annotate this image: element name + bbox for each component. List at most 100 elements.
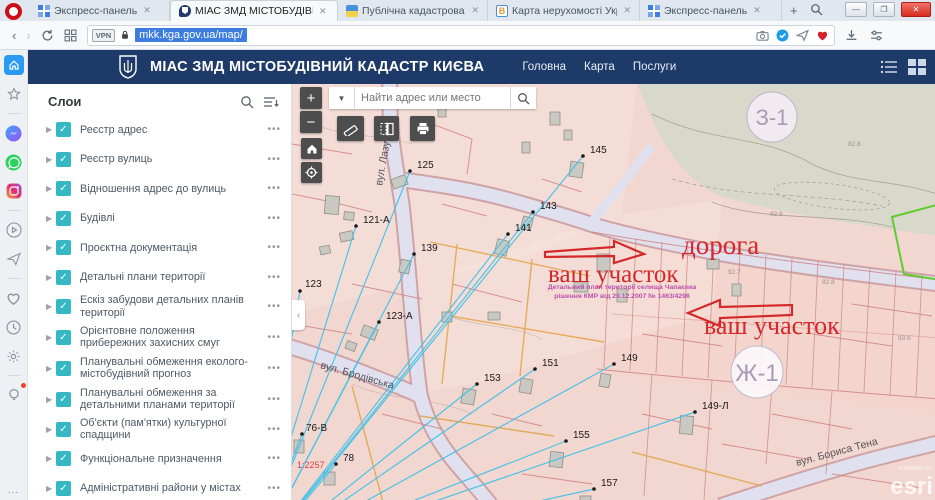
layer-checkbox[interactable]: ✓ bbox=[56, 122, 71, 137]
zoom-in-button[interactable]: + bbox=[300, 87, 322, 109]
history-icon[interactable] bbox=[4, 317, 24, 337]
tab-search-icon[interactable] bbox=[810, 3, 823, 16]
tab-close-icon[interactable]: ✕ bbox=[621, 5, 633, 16]
layer-row[interactable]: ▶✓Відношення адрес до вулиць••• bbox=[28, 174, 291, 204]
expand-caret-icon[interactable]: ▶ bbox=[46, 484, 56, 493]
minimize-button[interactable]: — bbox=[845, 2, 867, 17]
print-button[interactable] bbox=[410, 116, 435, 141]
layer-row[interactable]: ▶✓Об'єкти (пам'ятки) культурної спадщини… bbox=[28, 415, 291, 445]
instagram-icon[interactable] bbox=[4, 181, 24, 201]
nav-services-link[interactable]: Послуги bbox=[633, 61, 677, 73]
expand-caret-icon[interactable]: ▶ bbox=[46, 214, 56, 223]
layer-row[interactable]: ▶✓Будівлі••• bbox=[28, 204, 291, 234]
send-telegram-icon[interactable] bbox=[4, 249, 24, 269]
layer-row[interactable]: ▶✓Реєстр адрес••• bbox=[28, 115, 291, 145]
layer-row[interactable]: ▶✓Функціональне призначення••• bbox=[28, 444, 291, 474]
expand-caret-icon[interactable]: ▶ bbox=[46, 243, 56, 252]
tab-speed-dial-2[interactable]: Экспресс-панель ✕ bbox=[640, 0, 782, 21]
tab-mias-active[interactable]: МІАС ЗМД МІСТОБУДІВНИЙ ✕ bbox=[170, 0, 338, 21]
nav-home-link[interactable]: Головна bbox=[522, 61, 566, 73]
layer-checkbox[interactable]: ✓ bbox=[56, 152, 71, 167]
expand-caret-icon[interactable]: ▶ bbox=[46, 125, 56, 134]
heart-icon[interactable] bbox=[4, 288, 24, 308]
expand-caret-icon[interactable]: ▶ bbox=[46, 273, 56, 282]
new-tab-button[interactable]: + bbox=[782, 0, 806, 21]
zoom-out-button[interactable]: − bbox=[300, 111, 322, 133]
expand-caret-icon[interactable]: ▶ bbox=[46, 364, 56, 373]
layer-menu-icon[interactable]: ••• bbox=[267, 453, 281, 464]
tab-public-cadastre[interactable]: Публічна кадастрова карта ✕ bbox=[338, 0, 488, 21]
messenger-icon[interactable] bbox=[4, 123, 24, 143]
snapshot-camera-icon[interactable] bbox=[756, 29, 769, 42]
easy-setup-bulb-icon[interactable] bbox=[4, 385, 24, 405]
back-button[interactable]: ‹ bbox=[12, 28, 16, 43]
tab-speed-dial-1[interactable]: Экспресс-панель ✕ bbox=[30, 0, 170, 21]
layer-checkbox[interactable]: ✓ bbox=[56, 240, 71, 255]
layer-row[interactable]: ▶✓Проєктна документація••• bbox=[28, 233, 291, 263]
verified-badge-icon[interactable] bbox=[776, 29, 789, 42]
layer-checkbox[interactable]: ✓ bbox=[56, 270, 71, 285]
speed-dial-button[interactable] bbox=[64, 29, 77, 42]
layer-menu-icon[interactable]: ••• bbox=[267, 124, 281, 135]
layer-checkbox[interactable]: ✓ bbox=[56, 392, 71, 407]
layers-filter-icon[interactable] bbox=[264, 95, 279, 108]
layer-menu-icon[interactable]: ••• bbox=[267, 301, 281, 312]
my-flow-send-icon[interactable] bbox=[796, 29, 809, 42]
home-icon[interactable] bbox=[4, 55, 24, 75]
layer-menu-icon[interactable]: ••• bbox=[267, 242, 281, 253]
layer-checkbox[interactable]: ✓ bbox=[56, 481, 71, 496]
layer-row[interactable]: ▶✓Адміністративні райони у містах••• bbox=[28, 474, 291, 500]
expand-caret-icon[interactable]: ▶ bbox=[46, 184, 56, 193]
url-text-selected[interactable]: mkk.kga.gov.ua/map/ bbox=[135, 28, 247, 42]
layer-row[interactable]: ▶✓Планувальні обмеження еколого-містобуд… bbox=[28, 353, 291, 384]
measure-tool-button[interactable] bbox=[337, 116, 364, 141]
sidebar-more-button[interactable]: ... bbox=[8, 485, 19, 496]
star-icon[interactable] bbox=[4, 84, 24, 104]
layer-checkbox[interactable]: ✓ bbox=[56, 181, 71, 196]
layer-menu-icon[interactable]: ••• bbox=[267, 332, 281, 343]
tab-close-icon[interactable]: ✕ bbox=[141, 5, 153, 16]
player-icon[interactable] bbox=[4, 220, 24, 240]
search-source-dropdown[interactable]: ▼ bbox=[329, 87, 355, 109]
expand-caret-icon[interactable]: ▶ bbox=[46, 302, 56, 311]
layer-menu-icon[interactable]: ••• bbox=[267, 272, 281, 283]
layer-menu-icon[interactable]: ••• bbox=[267, 154, 281, 165]
opera-logo-icon[interactable] bbox=[5, 3, 22, 20]
locate-button[interactable] bbox=[301, 162, 322, 183]
restore-button[interactable]: ❐ bbox=[873, 2, 895, 17]
layer-checkbox[interactable]: ✓ bbox=[56, 330, 71, 345]
home-extent-button[interactable] bbox=[301, 138, 322, 159]
layer-checkbox[interactable]: ✓ bbox=[56, 299, 71, 314]
swipe-compare-button[interactable] bbox=[374, 116, 399, 141]
layer-row[interactable]: ▶✓Орієнтовне положення прибережних захис… bbox=[28, 322, 291, 353]
map-search-button[interactable] bbox=[510, 87, 536, 109]
layers-search-icon[interactable] bbox=[240, 95, 254, 109]
tab-close-icon[interactable]: ✕ bbox=[469, 5, 481, 16]
tab-realty-map[interactable]: B Карта нерухомості України ✕ bbox=[488, 0, 640, 21]
layer-row[interactable]: ▶✓Реєстр вулиць••• bbox=[28, 145, 291, 175]
vpn-badge[interactable]: VPN bbox=[92, 29, 115, 42]
nav-map-link[interactable]: Карта bbox=[584, 61, 615, 73]
layer-menu-icon[interactable]: ••• bbox=[267, 394, 281, 405]
expand-caret-icon[interactable]: ▶ bbox=[46, 395, 56, 404]
apps-grid-icon[interactable] bbox=[908, 59, 927, 76]
layer-menu-icon[interactable]: ••• bbox=[267, 363, 281, 374]
layer-row[interactable]: ▶✓Детальні плани території••• bbox=[28, 263, 291, 293]
expand-caret-icon[interactable]: ▶ bbox=[46, 155, 56, 164]
map-search-input[interactable] bbox=[355, 87, 510, 109]
panel-collapse-button[interactable]: ‹ bbox=[292, 300, 305, 330]
layer-checkbox[interactable]: ✓ bbox=[56, 211, 71, 226]
whatsapp-icon[interactable] bbox=[4, 152, 24, 172]
layer-menu-icon[interactable]: ••• bbox=[267, 213, 281, 224]
layer-checkbox[interactable]: ✓ bbox=[56, 361, 71, 376]
address-bar[interactable]: VPN mkk.kga.gov.ua/map/ bbox=[87, 25, 835, 46]
tune-settings-icon[interactable] bbox=[870, 29, 883, 42]
expand-caret-icon[interactable]: ▶ bbox=[46, 333, 56, 342]
layer-menu-icon[interactable]: ••• bbox=[267, 183, 281, 194]
layer-checkbox[interactable]: ✓ bbox=[56, 422, 71, 437]
map-canvas[interactable]: 125 121-А 123 139 141 143 145 123-А 153 … bbox=[292, 84, 935, 500]
layer-menu-icon[interactable]: ••• bbox=[267, 424, 281, 435]
settings-gear-icon[interactable] bbox=[4, 346, 24, 366]
reload-button[interactable] bbox=[41, 29, 54, 42]
layer-row[interactable]: ▶✓Планувальні обмеження за детальними пл… bbox=[28, 384, 291, 415]
